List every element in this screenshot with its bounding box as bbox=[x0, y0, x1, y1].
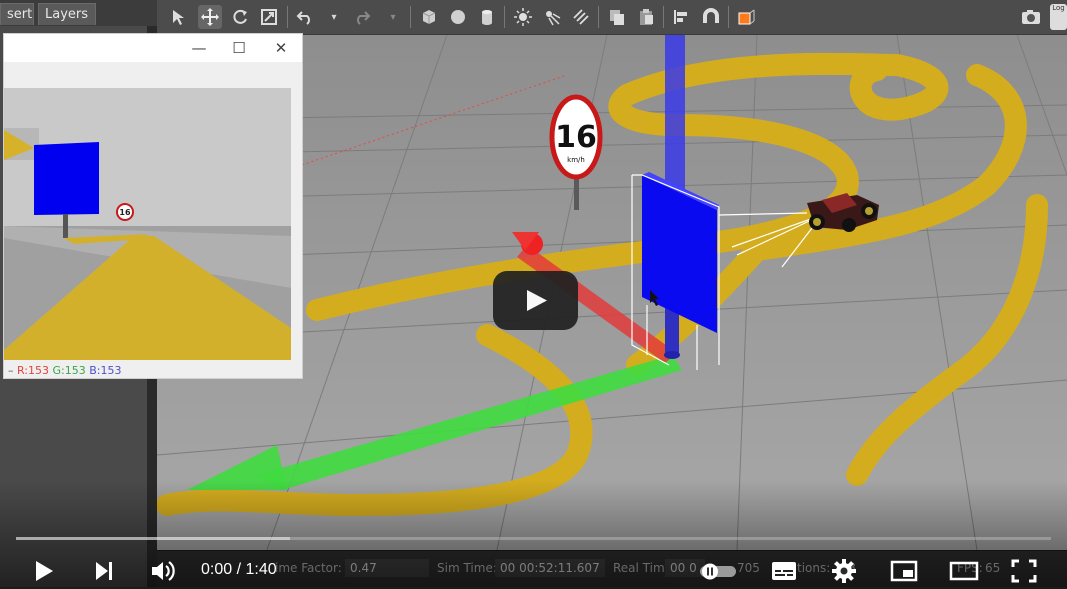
tab-insert[interactable]: sert bbox=[0, 3, 34, 25]
speed-limit-number: 16 bbox=[555, 120, 597, 155]
undo-icon[interactable] bbox=[293, 5, 317, 29]
skip-next-icon bbox=[96, 562, 112, 580]
pixel-b: B:153 bbox=[89, 364, 122, 377]
toolbar-separator bbox=[598, 6, 599, 28]
subtitles-button[interactable] bbox=[766, 553, 802, 589]
autoplay-toggle[interactable] bbox=[696, 553, 740, 589]
view-angle-icon[interactable] bbox=[735, 5, 759, 29]
gear-icon bbox=[832, 559, 856, 583]
speed-limit-unit: km/h bbox=[567, 156, 585, 164]
sim-time-value: 00 00:52:11.607 bbox=[495, 559, 605, 577]
sim-time-label: Sim Time: bbox=[437, 561, 497, 575]
cylinder-icon[interactable] bbox=[475, 5, 499, 29]
large-play-button[interactable] bbox=[493, 271, 578, 330]
pixel-info: – R:153 G:153 B:153 bbox=[8, 364, 122, 377]
settings-button[interactable] bbox=[826, 553, 862, 589]
maximize-button[interactable]: ☐ bbox=[226, 38, 252, 58]
play-icon bbox=[527, 290, 547, 311]
copy-icon[interactable] bbox=[605, 5, 629, 29]
minimize-button[interactable]: — bbox=[186, 38, 212, 58]
progress-bar[interactable] bbox=[16, 537, 1051, 540]
camera-blue-sign bbox=[34, 142, 99, 215]
tab-layers[interactable]: Layers bbox=[38, 3, 96, 25]
step-value: 705 bbox=[737, 561, 760, 575]
camera-image[interactable]: 16 bbox=[4, 88, 291, 360]
next-button[interactable] bbox=[86, 553, 122, 589]
progress-buffered bbox=[16, 537, 291, 540]
toolbar-separator bbox=[728, 6, 729, 28]
volume-icon bbox=[152, 561, 175, 581]
translate-icon[interactable] bbox=[198, 5, 222, 29]
close-button[interactable]: ✕ bbox=[268, 38, 294, 58]
theater-icon bbox=[949, 561, 979, 581]
snap-magnet-icon[interactable] bbox=[699, 5, 723, 29]
fullscreen-button[interactable] bbox=[1006, 553, 1042, 589]
pixel-g: G:153 bbox=[52, 364, 86, 377]
left-panel-tabs: sert Layers bbox=[0, 0, 157, 26]
directional-light-icon[interactable] bbox=[569, 5, 593, 29]
rotate-icon[interactable] bbox=[228, 5, 252, 29]
spot-light-icon[interactable] bbox=[540, 5, 564, 29]
camera-sign-number: 16 bbox=[119, 208, 131, 217]
miniplayer-icon bbox=[890, 560, 918, 582]
toolbar-separator bbox=[287, 6, 288, 28]
image-view-window[interactable]: — ☐ ✕ 16 – R:153 G:153 B:153 bbox=[3, 33, 303, 379]
play-icon bbox=[36, 561, 53, 581]
fps-value: 65 bbox=[985, 561, 1001, 575]
window-titlebar[interactable]: — ☐ ✕ bbox=[4, 34, 302, 62]
autoplay-toggle-icon bbox=[700, 563, 736, 580]
select-arrow-icon[interactable] bbox=[167, 5, 191, 29]
fullscreen-icon bbox=[1011, 559, 1037, 583]
mute-button[interactable] bbox=[146, 553, 182, 589]
sign-post-base bbox=[664, 351, 680, 359]
pixel-r: R:153 bbox=[17, 364, 50, 377]
gazebo-status-bar: ime Factor: 0.47 Sim Time: 00 00:52:11.6… bbox=[157, 551, 1067, 587]
toolbar-separator bbox=[504, 6, 505, 28]
time-factor-label: ime Factor: bbox=[275, 561, 342, 575]
toolbar-separator bbox=[410, 6, 411, 28]
subtitles-icon bbox=[772, 562, 796, 580]
align-icon[interactable] bbox=[669, 5, 693, 29]
redo-dropdown-icon[interactable]: ▾ bbox=[381, 5, 405, 29]
screenshot-icon[interactable] bbox=[1019, 5, 1043, 29]
log-button[interactable]: Log bbox=[1050, 4, 1067, 30]
undo-dropdown-icon[interactable]: ▾ bbox=[322, 5, 346, 29]
point-light-icon[interactable] bbox=[511, 5, 535, 29]
play-button[interactable] bbox=[26, 553, 62, 589]
miniplayer-button[interactable] bbox=[886, 553, 922, 589]
toolbar-separator bbox=[663, 6, 664, 28]
gazebo-toolbar: ▾ ▾ Log bbox=[157, 0, 1067, 35]
paste-icon[interactable] bbox=[634, 5, 658, 29]
redo-icon[interactable] bbox=[350, 5, 374, 29]
sphere-icon[interactable] bbox=[446, 5, 470, 29]
time-factor-value: 0.47 bbox=[345, 559, 429, 577]
time-display: 0:00 / 1:40 bbox=[201, 561, 277, 578]
box-icon[interactable] bbox=[417, 5, 441, 29]
scale-icon[interactable] bbox=[257, 5, 281, 29]
theater-mode-button[interactable] bbox=[946, 553, 982, 589]
